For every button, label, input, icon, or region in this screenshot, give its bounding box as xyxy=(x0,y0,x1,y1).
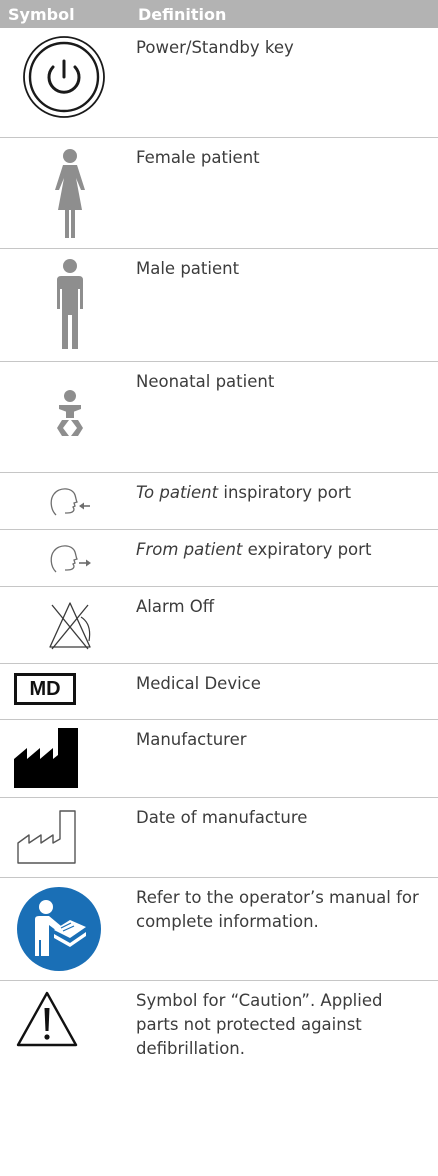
table-header-row: Symbol Definition xyxy=(0,0,438,28)
definition-cell: Refer to the operator’s manual for compl… xyxy=(136,877,438,981)
table-row: Date of manufacture xyxy=(0,797,438,878)
table-row: Alarm Off xyxy=(0,586,438,664)
symbol-cell xyxy=(0,719,136,798)
table-row: MD Medical Device xyxy=(0,663,438,720)
definition-italic: To patient xyxy=(136,482,219,502)
symbol-cell xyxy=(0,980,136,1091)
table-row: Refer to the operator’s manual for compl… xyxy=(0,877,438,981)
neonatal-patient-icon xyxy=(57,389,83,436)
definition-cell: To patient inspiratory port xyxy=(136,472,438,530)
manufacturer-icon xyxy=(14,727,78,788)
female-patient-icon xyxy=(55,148,85,238)
definition-cell: Medical Device xyxy=(136,663,438,720)
definition-cell: Power/Standby key xyxy=(136,28,438,138)
table-row: From patient expiratory port xyxy=(0,529,438,587)
symbol-cell xyxy=(0,472,136,530)
male-patient-icon xyxy=(57,258,83,349)
medical-device-icon-text: MD xyxy=(29,677,61,700)
definition-cell: Alarm Off xyxy=(136,586,438,664)
definition-text: expiratory port xyxy=(242,539,372,559)
definition-text: inspiratory port xyxy=(218,482,352,502)
table-row: Male patient xyxy=(0,248,438,362)
caution-icon xyxy=(16,991,78,1046)
medical-device-icon: MD xyxy=(14,672,76,705)
definition-cell: From patient expiratory port xyxy=(136,529,438,587)
expiratory-port-icon xyxy=(50,544,91,572)
symbol-column-header: Symbol xyxy=(0,0,136,28)
inspiratory-port-icon xyxy=(50,487,90,515)
symbol-cell xyxy=(0,28,136,138)
definition-cell: Neonatal patient xyxy=(136,361,438,473)
refer-to-manual-icon xyxy=(17,886,101,971)
symbol-cell xyxy=(0,586,136,664)
table-row: Symbol for “Caution”. Applied parts not … xyxy=(0,980,438,1091)
table-row: Female patient xyxy=(0,137,438,249)
alarm-off-icon xyxy=(49,601,91,649)
symbol-definition-table: Symbol Definition Power/Standby key Fema… xyxy=(0,0,438,1091)
symbol-cell xyxy=(0,877,136,981)
symbol-cell xyxy=(0,248,136,362)
symbol-cell xyxy=(0,797,136,878)
definition-cell: Male patient xyxy=(136,248,438,362)
definition-column-header: Definition xyxy=(136,0,438,28)
date-of-manufacture-icon xyxy=(17,809,76,864)
table-row: Manufacturer xyxy=(0,719,438,798)
symbol-cell: MD xyxy=(0,663,136,720)
table-row: Neonatal patient xyxy=(0,361,438,473)
definition-cell: Manufacturer xyxy=(136,719,438,798)
symbol-cell xyxy=(0,361,136,473)
definition-cell: Symbol for “Caution”. Applied parts not … xyxy=(136,990,383,1058)
definition-cell: Female patient xyxy=(136,137,438,249)
table-row: Power/Standby key xyxy=(0,28,438,138)
definition-italic: From patient xyxy=(136,539,243,559)
definition-cell: Date of manufacture xyxy=(136,797,438,878)
symbol-cell xyxy=(0,137,136,249)
table-row: To patient inspiratory port xyxy=(0,472,438,530)
power-standby-icon xyxy=(23,36,105,118)
symbol-cell xyxy=(0,529,136,587)
